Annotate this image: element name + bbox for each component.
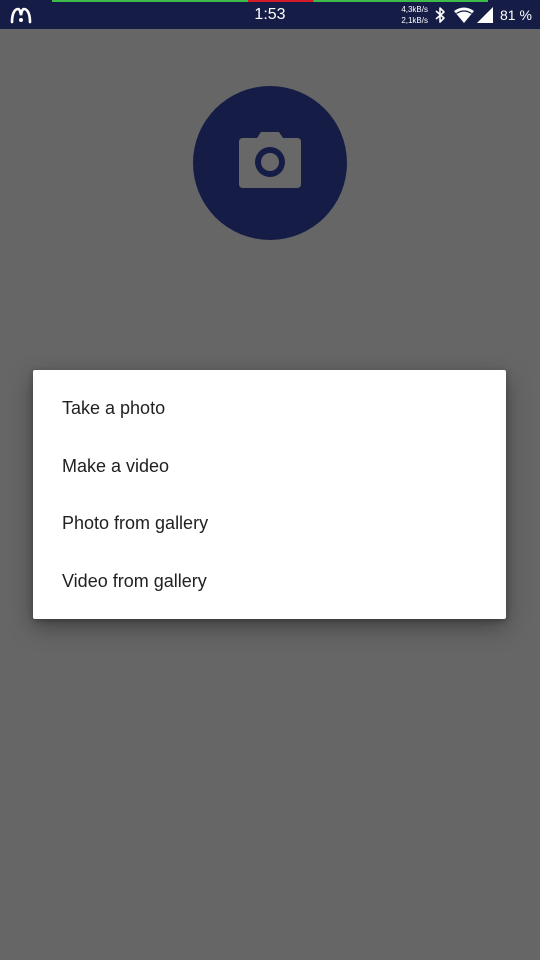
network-speed-down: 2,1kB/s <box>401 16 428 25</box>
status-progress-strip <box>52 0 488 2</box>
menu-item-take-photo[interactable]: Take a photo <box>33 380 506 437</box>
cellular-signal-icon <box>477 7 493 23</box>
bluetooth-icon <box>435 7 445 23</box>
status-bar: 1:53 4,3kB/s 2,1kB/s 81 % <box>0 0 540 29</box>
wifi-icon <box>454 7 474 23</box>
menu-item-video-from-gallery[interactable]: Video from gallery <box>33 553 506 610</box>
battery-level: 81 % <box>500 7 532 23</box>
menu-item-make-video[interactable]: Make a video <box>33 438 506 495</box>
network-speed: 4,3kB/s 2,1kB/s <box>396 4 428 26</box>
camera-icon <box>239 132 301 188</box>
menu-item-photo-from-gallery[interactable]: Photo from gallery <box>33 495 506 552</box>
network-speed-up: 4,3kB/s <box>401 5 428 14</box>
avatar-camera-button[interactable] <box>193 86 347 240</box>
media-options-dialog: Take a photo Make a video Photo from gal… <box>33 370 506 619</box>
